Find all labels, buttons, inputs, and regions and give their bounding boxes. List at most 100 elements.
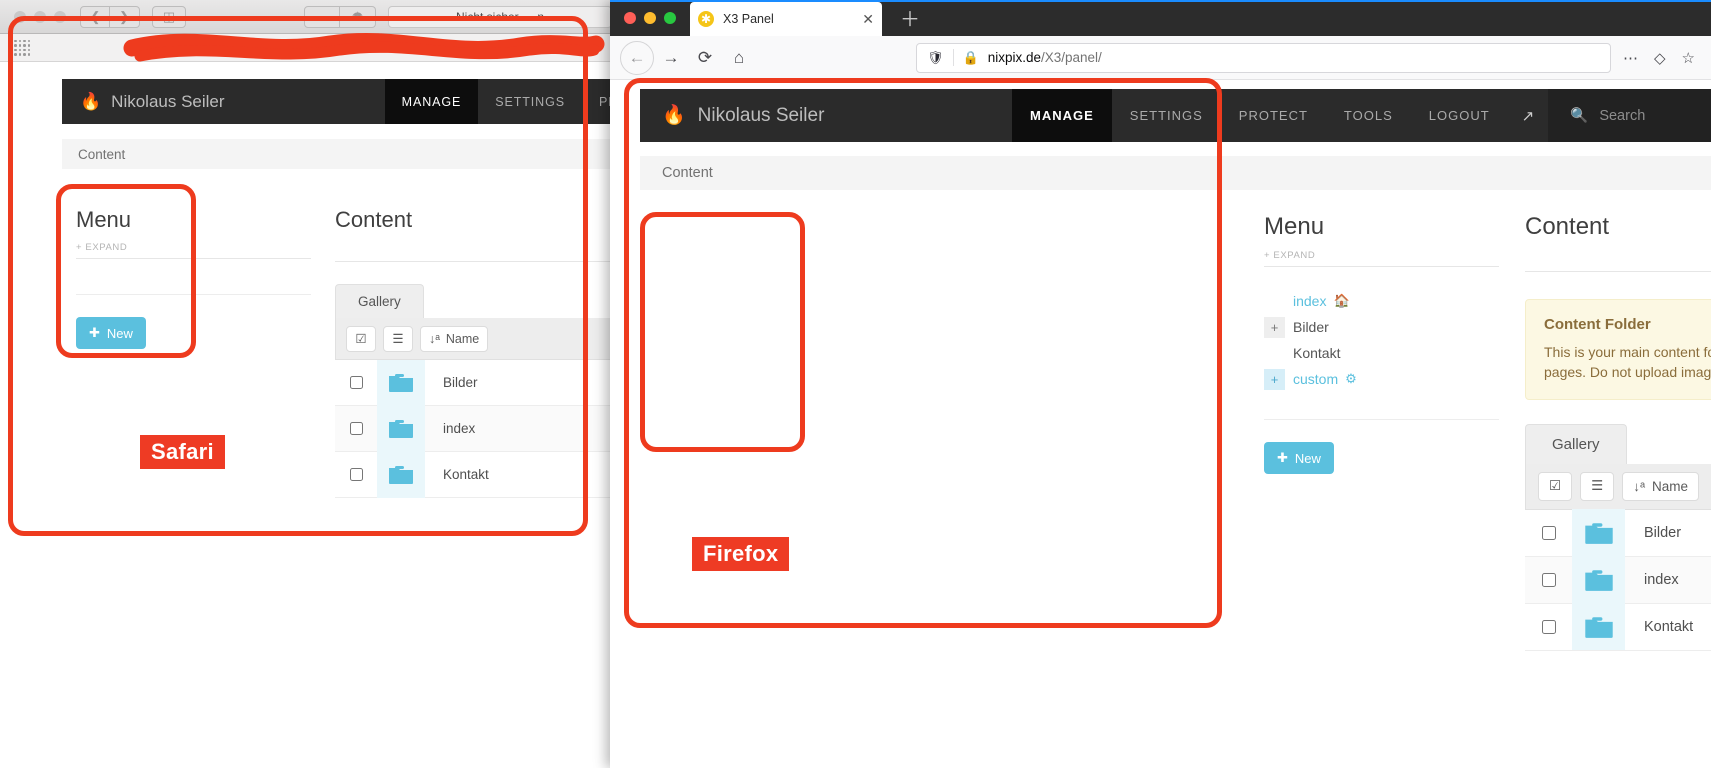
folder-icon <box>377 405 425 452</box>
forward-icon[interactable]: ❯ <box>110 5 140 28</box>
row-checkbox[interactable] <box>349 468 363 481</box>
address-bar[interactable]: 🛡 🔒 nixpix.de/X3/panel/ <box>916 42 1611 73</box>
table-row[interactable]: index <box>1525 556 1711 604</box>
nav-settings[interactable]: SETTINGS <box>1112 89 1221 142</box>
safari-nav-buttons[interactable]: ❮ ❯ <box>80 5 140 28</box>
flame-icon: 🔥 <box>80 92 102 111</box>
row-checkbox-cell[interactable] <box>335 468 377 481</box>
sort-by-name-button[interactable]: ↓ᵃ Name <box>1622 471 1700 501</box>
tree-item-label[interactable]: Kontakt <box>1293 345 1340 361</box>
firefox-window-controls[interactable] <box>610 0 690 36</box>
gear-icon[interactable]: ⚙ <box>1345 371 1357 387</box>
back-icon[interactable]: ❮ <box>80 5 110 28</box>
close-button[interactable] <box>14 10 26 23</box>
file-toolbar[interactable]: ☑ ☰ ↓ᵃ Name 0 Selected Move Copy <box>1525 463 1711 510</box>
select-all-icon[interactable]: ☑ <box>346 325 376 352</box>
tab-gallery[interactable]: Gallery <box>1525 423 1627 464</box>
row-name: Kontakt <box>1644 618 1694 635</box>
divider-2 <box>76 294 311 295</box>
nav-protect[interactable]: PROTECT <box>582 79 612 124</box>
table-row[interactable]: Kontakt <box>335 451 612 498</box>
close-button[interactable] <box>624 12 636 24</box>
maximize-button[interactable] <box>54 10 66 23</box>
row-checkbox[interactable] <box>1541 572 1556 587</box>
menu-expand-toggle[interactable]: + EXPAND <box>1264 250 1499 261</box>
row-checkbox-cell[interactable] <box>335 376 377 389</box>
row-checkbox-cell[interactable] <box>1525 619 1572 634</box>
shield-icon[interactable]: ☂ <box>340 5 376 28</box>
nav-protect[interactable]: PROTECT <box>1221 89 1326 142</box>
star-outline-icon[interactable]: ☆ <box>1682 49 1695 67</box>
tree-item-index[interactable]: index 🏠 <box>1264 289 1499 313</box>
table-row[interactable]: Kontakt <box>1525 603 1711 651</box>
nav-manage[interactable]: MANAGE <box>1012 89 1112 142</box>
safari-address-bar[interactable]: Nicht sicher — n <box>388 5 612 28</box>
nav-tools[interactable]: TOOLS <box>1326 89 1411 142</box>
tree-item-bilder[interactable]: + Bilder <box>1264 315 1499 339</box>
safari-brand: 🔥 Nikolaus Seiler <box>62 92 385 112</box>
row-checkbox[interactable] <box>1541 525 1556 540</box>
tree-item-label[interactable]: index <box>1293 293 1326 309</box>
ellipsis-icon[interactable]: ⋯ <box>1623 49 1638 67</box>
tree-item-label[interactable]: Bilder <box>1293 319 1329 335</box>
tree-item-kontakt[interactable]: Kontakt <box>1264 341 1499 365</box>
row-name: Bilder <box>443 375 478 390</box>
table-row[interactable]: Bilder <box>335 359 612 406</box>
arrow-left-icon[interactable]: ← <box>620 40 654 75</box>
tree-toggle-icon[interactable]: + <box>1264 316 1285 338</box>
tab-gallery[interactable]: Gallery <box>335 284 424 318</box>
shield-icon[interactable]: 🛡 <box>927 50 944 66</box>
row-checkbox-cell[interactable] <box>335 422 377 435</box>
table-row[interactable]: Bilder <box>1525 509 1711 557</box>
safari-main-nav[interactable]: MANAGE SETTINGS PROTECT <box>384 79 612 124</box>
sort-label: Name <box>445 331 480 346</box>
minimize-button[interactable] <box>644 12 656 24</box>
row-checkbox[interactable] <box>1541 619 1556 634</box>
plus-icon[interactable]: ＋ <box>900 10 920 36</box>
reload-icon[interactable]: ⟳ <box>688 41 722 75</box>
tree-item-custom[interactable]: + custom ⚙ <box>1264 367 1499 391</box>
grid-dots-icon[interactable] <box>14 39 30 56</box>
sidebar-icon[interactable]: ◫ <box>152 5 186 28</box>
divider <box>1264 266 1499 267</box>
safari-file-toolbar[interactable]: ☑ ☰ ↓ᵃ Name <box>335 318 612 360</box>
plus-icon: ✚ <box>89 325 100 340</box>
menu-expand-toggle[interactable]: + EXPAND <box>76 242 311 253</box>
sort-by-name-button[interactable]: ↓ᵃ Name <box>420 325 489 352</box>
app-main-nav[interactable]: MANAGE SETTINGS PROTECT TOOLS LOGOUT <box>1012 89 1508 142</box>
navbar-right-icons[interactable]: ⋯ ◇ ☆ <box>1623 49 1711 67</box>
search-box[interactable]: 🔍 Search <box>1548 89 1711 142</box>
safari-toolbar-extras[interactable]: ☁ ☂ <box>304 5 376 28</box>
pocket-icon[interactable]: ◇ <box>1654 49 1666 67</box>
arrow-right-icon[interactable]: → <box>654 41 688 75</box>
cloud-icon[interactable]: ☁ <box>304 5 340 28</box>
row-checkbox-cell[interactable] <box>1525 572 1572 587</box>
row-checkbox[interactable] <box>349 376 363 389</box>
home-icon[interactable]: ⌂ <box>722 41 756 75</box>
new-button[interactable]: ✚ New <box>1264 442 1334 474</box>
broken-lock-icon[interactable]: 🔒 <box>963 50 979 66</box>
close-icon[interactable]: ✕ <box>862 12 874 26</box>
safari-window-controls[interactable] <box>14 10 66 23</box>
select-all-icon[interactable]: ☑ <box>1538 471 1573 501</box>
minimize-button[interactable] <box>34 10 46 23</box>
safari-tabstrip[interactable]: Gallery <box>335 284 612 318</box>
nav-logout[interactable]: LOGOUT <box>1411 89 1508 142</box>
list-view-icon[interactable]: ☰ <box>383 325 413 352</box>
row-checkbox[interactable] <box>349 422 363 435</box>
tree-item-label[interactable]: custom <box>1293 371 1338 387</box>
nav-manage[interactable]: MANAGE <box>384 79 479 124</box>
nav-settings[interactable]: SETTINGS <box>478 79 582 124</box>
home-icon: 🏠 <box>1333 293 1350 308</box>
new-button[interactable]: ✚ New <box>76 317 146 349</box>
external-link-icon[interactable]: ↗ <box>1508 107 1549 125</box>
maximize-button[interactable] <box>664 12 676 24</box>
firefox-page-content: 🔥 Nikolaus Seiler MANAGE SETTINGS PROTEC… <box>610 81 1711 768</box>
safari-breadcrumb: Content <box>62 139 612 169</box>
content-tabstrip[interactable]: Gallery <box>1525 423 1711 464</box>
tree-toggle-icon[interactable]: + <box>1264 368 1285 390</box>
table-row[interactable]: index <box>335 405 612 452</box>
list-view-icon[interactable]: ☰ <box>1580 471 1615 501</box>
row-checkbox-cell[interactable] <box>1525 525 1572 540</box>
browser-tab[interactable]: ✱ X3 Panel ✕ <box>690 2 882 36</box>
